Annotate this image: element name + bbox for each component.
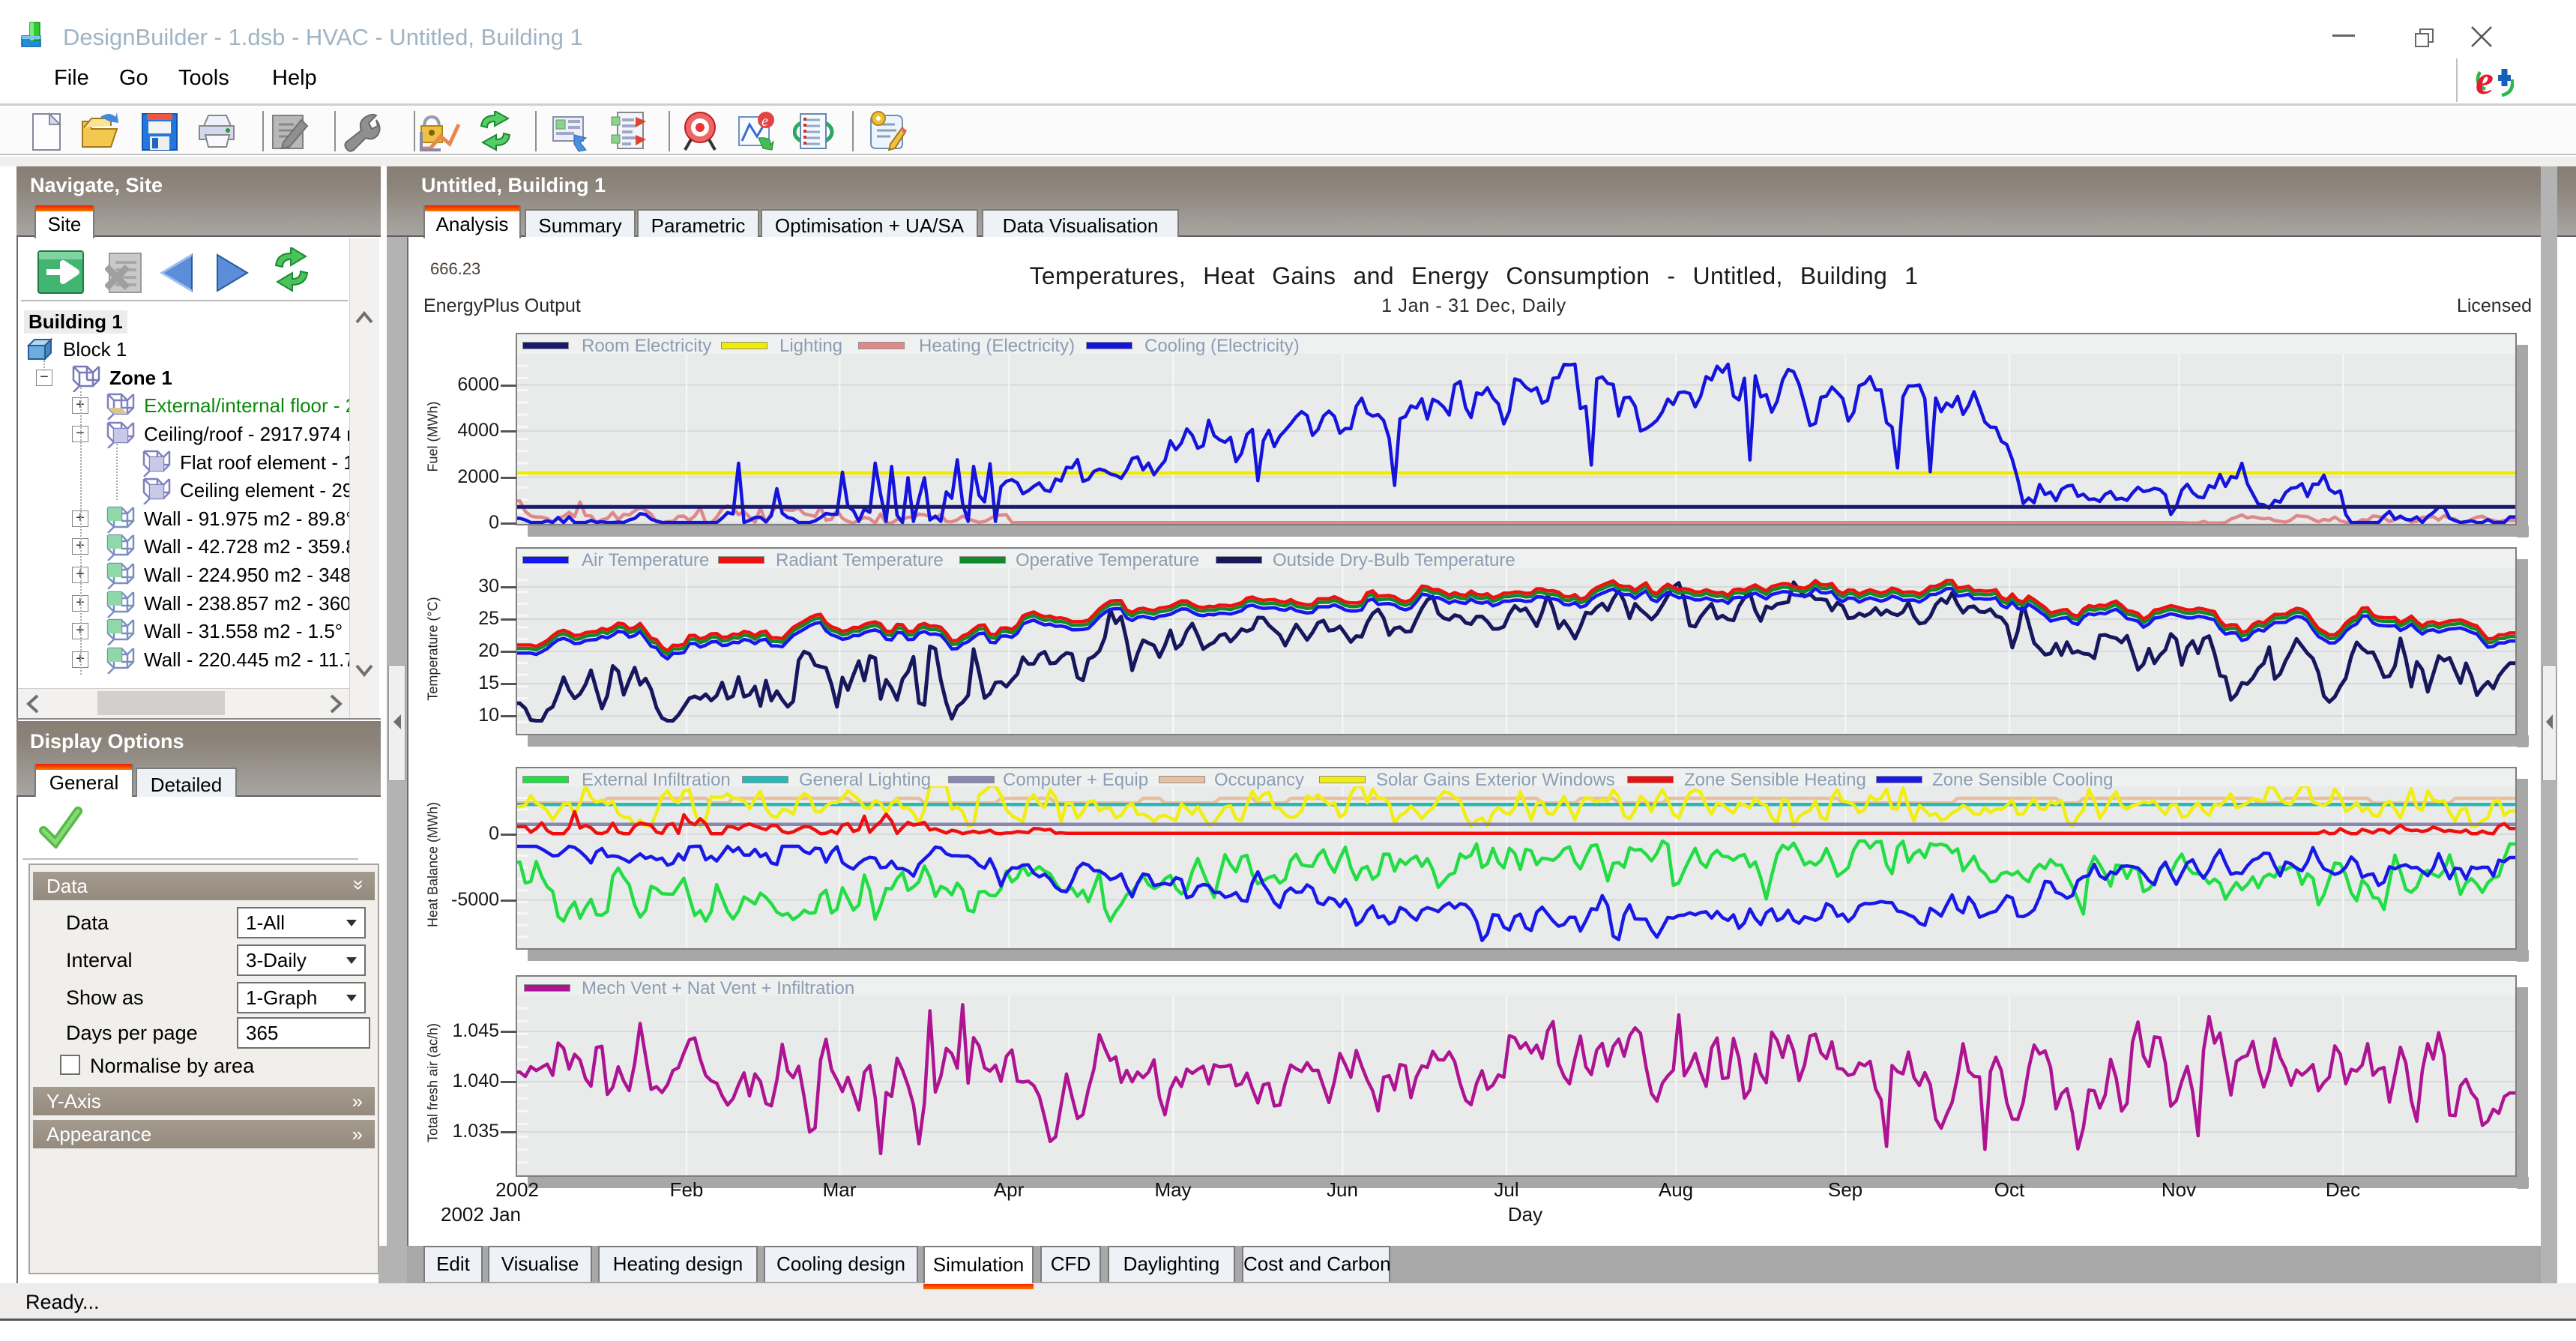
svg-text:e: e <box>761 113 768 130</box>
svg-text:e: e <box>2476 63 2494 99</box>
